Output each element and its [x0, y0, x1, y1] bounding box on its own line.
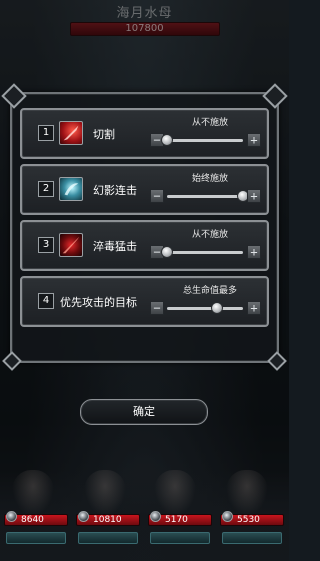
target-slider-knob[interactable] [211, 302, 224, 314]
skill-row-1: 1 切割 从不施放 − + [20, 108, 269, 159]
hero-hp-value: 10810 [93, 515, 122, 525]
skill-name: 淬毒猛击 [93, 240, 137, 253]
condition-slider-track[interactable] [167, 195, 243, 198]
hero-class-icon [222, 511, 233, 522]
target-priority-row: 4 优先攻击的目标 总生命值最多 − + [20, 276, 269, 327]
target-priority-label: 优先攻击的目标 [60, 296, 137, 309]
increase-button[interactable]: + [247, 245, 261, 259]
decrease-button[interactable]: − [150, 189, 164, 203]
hero-card[interactable]: 5530 [220, 510, 284, 548]
skill-index: 2 [38, 181, 54, 197]
slash-red-icon [59, 121, 83, 145]
hero-hp-value: 5530 [237, 515, 260, 525]
hero-action-bar [6, 532, 66, 544]
hero-hp-value: 5170 [165, 515, 188, 525]
poison-strike-icon [59, 233, 83, 257]
party-bar: 8640 10810 5170 5530 [0, 470, 289, 561]
hero-action-bar [78, 532, 138, 544]
phantom-slash-icon [59, 177, 83, 201]
hero-hp-value: 8640 [21, 515, 44, 525]
cast-condition-label: 从不施放 [191, 230, 228, 240]
hero-card[interactable]: 8640 [4, 510, 68, 548]
skill-index: 1 [38, 125, 54, 141]
hero-action-bar [150, 532, 210, 544]
cast-condition-label: 始终施放 [191, 174, 228, 184]
hero-card[interactable]: 10810 [76, 510, 140, 548]
target-slider-track[interactable] [167, 307, 243, 310]
condition-slider-track[interactable] [167, 139, 243, 142]
decrease-button[interactable]: − [150, 301, 164, 315]
target-condition-label: 总生命值最多 [182, 286, 237, 296]
skill-row-3: 3 淬毒猛击 从不施放 − + [20, 220, 269, 271]
increase-button[interactable]: + [247, 301, 261, 315]
confirm-button[interactable]: 确定 [80, 399, 208, 425]
skill-row-2: 2 幻影连击 始终施放 − + [20, 164, 269, 215]
hero-action-bar [222, 532, 282, 544]
condition-slider-knob[interactable] [161, 134, 173, 146]
condition-slider-track[interactable] [167, 251, 243, 254]
hero-class-icon [150, 511, 161, 522]
skill-index: 3 [38, 237, 54, 253]
skill-name: 切割 [93, 128, 115, 141]
hero-card[interactable]: 5170 [148, 510, 212, 548]
condition-slider-knob[interactable] [161, 246, 173, 258]
skill-name: 幻影连击 [93, 184, 137, 197]
increase-button[interactable]: + [247, 189, 261, 203]
hero-class-icon [78, 511, 89, 522]
skill-index: 4 [38, 293, 54, 309]
increase-button[interactable]: + [247, 133, 261, 147]
cast-condition-label: 从不施放 [191, 118, 228, 128]
hero-class-icon [6, 511, 17, 522]
